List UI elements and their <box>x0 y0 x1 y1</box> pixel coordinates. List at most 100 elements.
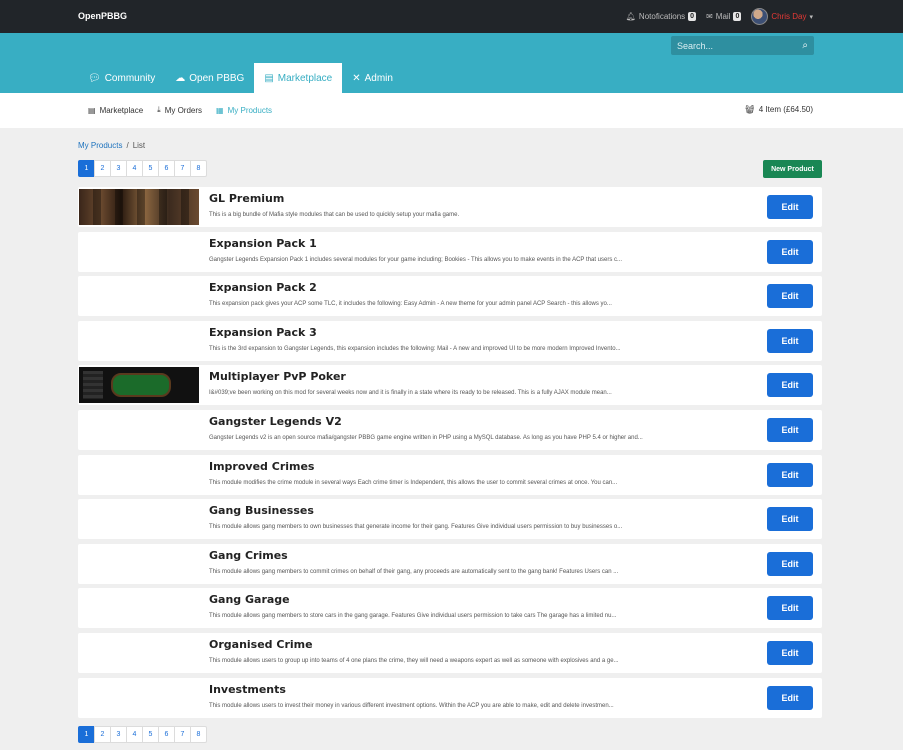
page-link[interactable]: 2 <box>94 160 111 177</box>
edit-button[interactable]: Edit <box>767 596 813 620</box>
notifications-count: 0 <box>688 12 697 21</box>
cart-summary: 4 Item (£64.50) <box>758 105 813 114</box>
subnav-item-my-products[interactable]: ▦ My Products <box>216 105 272 115</box>
comments-icon: 💬︎ <box>88 72 101 84</box>
page-link[interactable]: 6 <box>158 726 175 743</box>
product-title[interactable]: Expansion Pack 2 <box>209 281 317 294</box>
page-link[interactable]: 1 <box>78 160 95 177</box>
page-link[interactable]: 6 <box>158 160 175 177</box>
subnav-marketplace-label: Marketplace <box>99 105 144 115</box>
main-nav-tabs: 💬︎ Community ☁ Open PBBG ▤ Marketplace ✕… <box>78 63 403 93</box>
page-link[interactable]: 3 <box>110 726 127 743</box>
page-link[interactable]: 5 <box>142 160 159 177</box>
breadcrumb-my-products[interactable]: My Products <box>78 141 122 150</box>
product-title[interactable]: GL Premium <box>209 192 284 205</box>
bell-icon: 🔔︎ <box>625 12 636 21</box>
tab-open-pbbg[interactable]: ☁ Open PBBG <box>165 63 254 93</box>
product-title[interactable]: Gang Businesses <box>209 504 314 517</box>
product-description: This expansion pack gives your ACP some … <box>209 301 612 307</box>
mail-label: Mail <box>715 12 731 21</box>
search-icon[interactable]: ⌕ <box>802 40 808 51</box>
avatar <box>751 8 769 25</box>
product-thumbnail[interactable] <box>79 367 199 403</box>
notifications-link[interactable]: 🔔︎ Notofications 0 <box>625 12 697 21</box>
tab-admin-label: Admin <box>364 72 393 84</box>
product-title[interactable]: Expansion Pack 1 <box>209 237 317 250</box>
product-row: Gangster Legends V2 Gangster Legends v2 i… <box>78 410 822 450</box>
basket-icon: 🧺︎ <box>744 105 755 114</box>
product-description: This is a big bundle of Mafia style modu… <box>209 212 460 218</box>
boxes-icon: ▦ <box>216 105 224 115</box>
breadcrumb: My Products / List <box>78 141 145 150</box>
product-row: Expansion Pack 1 Gangster Legends Expansi… <box>78 232 822 272</box>
page-link[interactable]: 2 <box>94 726 111 743</box>
product-row: GL Premium This is a big bundle of Mafia … <box>78 187 822 227</box>
user-dropdown[interactable]: Chris Day ▾ <box>751 8 813 25</box>
product-description: Gangster Legends Expansion Pack 1 includ… <box>209 257 622 263</box>
new-product-button[interactable]: New Product <box>763 160 822 178</box>
brand-logo[interactable]: OpenPBBG <box>78 11 127 21</box>
product-row: Expansion Pack 2 This expansion pack give… <box>78 276 822 316</box>
product-title[interactable]: Expansion Pack 3 <box>209 326 317 339</box>
product-description: I&#039;ve been working on this mod for s… <box>209 390 612 396</box>
user-menu-area: 🔔︎ Notofications 0 ✉︎ Mail 0 Chris Day ▾ <box>626 8 813 25</box>
tab-admin[interactable]: ✕ Admin <box>342 63 403 93</box>
product-title[interactable]: Organised Crime <box>209 638 313 651</box>
breadcrumb-separator: / <box>126 141 129 150</box>
edit-button[interactable]: Edit <box>767 507 813 531</box>
product-row: Improved Crimes This module modifies the … <box>78 455 822 495</box>
tab-open-pbbg-label: Open PBBG <box>189 72 245 84</box>
envelope-icon: ✉︎ <box>706 12 713 21</box>
page-link[interactable]: 4 <box>126 160 143 177</box>
product-title[interactable]: Improved Crimes <box>209 460 314 473</box>
page-link[interactable]: 4 <box>126 726 143 743</box>
edit-button[interactable]: Edit <box>767 329 813 353</box>
edit-button[interactable]: Edit <box>767 240 813 264</box>
pagination-bottom: 12345678 <box>78 726 207 743</box>
mail-link[interactable]: ✉︎ Mail 0 <box>706 12 742 21</box>
edit-button[interactable]: Edit <box>767 373 813 397</box>
page-link[interactable]: 1 <box>78 726 95 743</box>
tab-marketplace-label: Marketplace <box>277 72 333 84</box>
product-title[interactable]: Gangster Legends V2 <box>209 415 342 428</box>
product-description: This module allows gang members to store… <box>209 613 617 619</box>
product-row: Gang Garage This module allows gang membe… <box>78 588 822 628</box>
page-link[interactable]: 8 <box>190 160 207 177</box>
search-placeholder: Search... <box>677 40 714 51</box>
edit-button[interactable]: Edit <box>767 418 813 442</box>
page-link[interactable]: 7 <box>174 726 191 743</box>
store-icon: ▤ <box>264 72 274 84</box>
page-link[interactable]: 5 <box>142 726 159 743</box>
tab-community-label: Community <box>104 72 156 84</box>
cart-link[interactable]: 🧺︎ 4 Item (£64.50) <box>745 105 813 114</box>
edit-button[interactable]: Edit <box>767 686 813 710</box>
page-link[interactable]: 7 <box>174 160 191 177</box>
product-description: This module allows users to invest their… <box>209 703 614 709</box>
notifications-label: Notofications <box>638 12 686 21</box>
tab-marketplace[interactable]: ▤ Marketplace <box>254 63 343 93</box>
mail-count: 0 <box>733 12 742 21</box>
product-description: This module allows gang members to commi… <box>209 569 619 575</box>
edit-button[interactable]: Edit <box>767 552 813 576</box>
page-link[interactable]: 8 <box>190 726 207 743</box>
top-navbar: OpenPBBG 🔔︎ Notofications 0 ✉︎ Mail 0 Ch… <box>0 0 903 33</box>
edit-button[interactable]: Edit <box>767 284 813 308</box>
edit-button[interactable]: Edit <box>767 195 813 219</box>
search-input[interactable]: Search... ⌕ <box>671 36 814 55</box>
page-link[interactable]: 3 <box>110 160 127 177</box>
product-description: This module modifies the crime module in… <box>209 480 618 486</box>
product-title[interactable]: Gang Garage <box>209 593 290 606</box>
product-description: This module allows gang members to own b… <box>209 524 623 530</box>
subnav-item-my-orders[interactable]: ⤓ My Orders <box>157 105 202 115</box>
caret-down-icon: ▾ <box>809 13 813 21</box>
product-title[interactable]: Investments <box>209 683 286 696</box>
subnav-item-marketplace[interactable]: ▤ Marketplace <box>88 105 143 115</box>
edit-button[interactable]: Edit <box>767 641 813 665</box>
product-row: Expansion Pack 3 This is the 3rd expansio… <box>78 321 822 361</box>
product-title[interactable]: Multiplayer PvP Poker <box>209 370 346 383</box>
tab-community[interactable]: 💬︎ Community <box>78 63 165 93</box>
edit-button[interactable]: Edit <box>767 463 813 487</box>
subnav-my-products-label: My Products <box>227 105 273 115</box>
product-thumbnail[interactable] <box>79 189 199 225</box>
product-title[interactable]: Gang Crimes <box>209 549 288 562</box>
